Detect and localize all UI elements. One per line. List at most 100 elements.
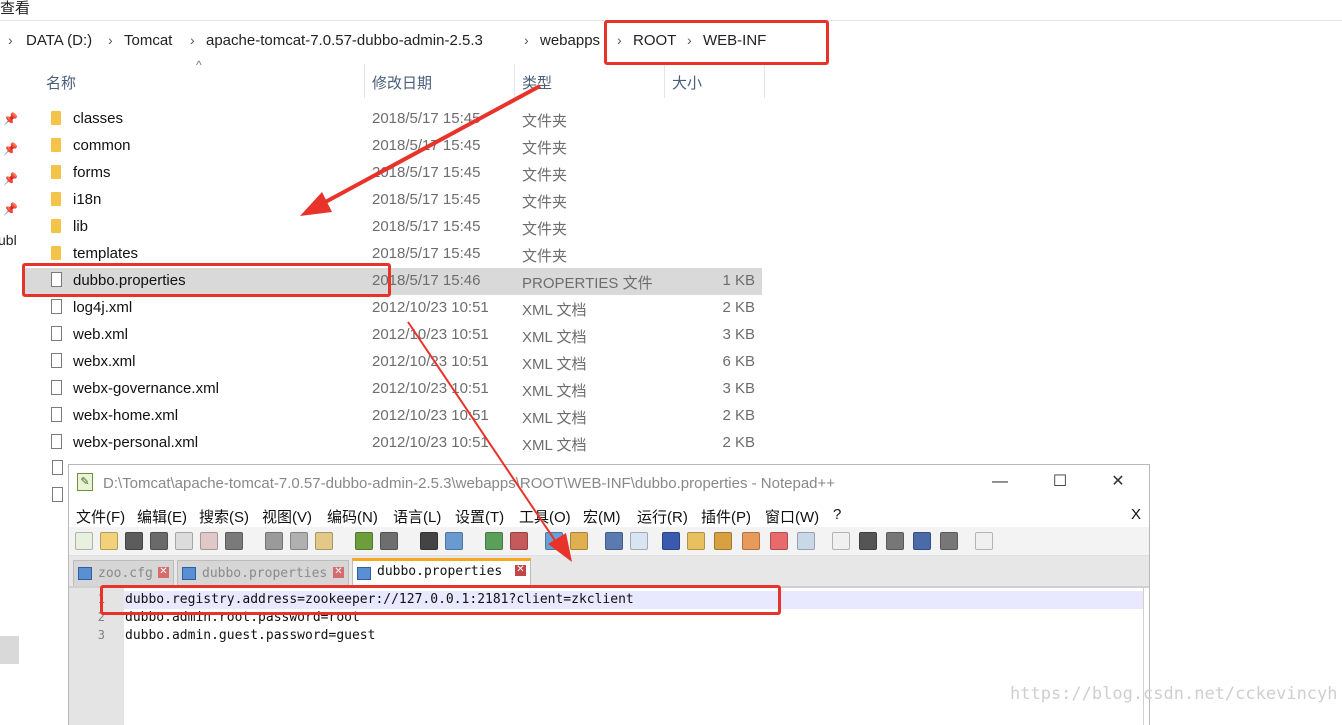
file-row[interactable]: web.xml 2012/10/23 10:51 XML 文档 3 KB [22,322,762,349]
replace-icon[interactable] [445,532,463,550]
file-row-selected[interactable]: dubbo.properties 2018/5/17 15:46 PROPERTIE… [22,268,762,295]
address-bar[interactable]: › DATA (D:) › Tomcat › apache-tomcat-7.0… [0,28,1342,56]
pin-icon[interactable]: 📌 [3,142,18,156]
column-type[interactable]: 类型 [522,72,552,93]
breadcrumb-root[interactable]: ROOT [633,32,676,49]
pin-icon[interactable]: 📌 [3,172,18,186]
indent-guide-icon[interactable] [662,532,680,550]
file-row[interactable]: common 2018/5/17 15:45 文件夹 [22,133,762,160]
column-separator[interactable] [514,64,515,98]
file-row[interactable]: webx-personal.xml 2012/10/23 10:51 XML 文档 2… [22,430,762,457]
save-macro-icon[interactable] [940,532,958,550]
tab-zoo-cfg[interactable]: zoo.cfg ✕ [73,560,174,586]
file-row[interactable]: i18n 2018/5/17 15:45 文件夹 [22,187,762,214]
close-document-button[interactable]: X [1131,506,1141,523]
menu-plugins[interactable]: 插件(P) [701,506,751,527]
menu-window[interactable]: 窗口(W) [765,506,819,527]
play-macro-icon[interactable] [886,532,904,550]
undo-icon[interactable] [355,532,373,550]
menu-view[interactable]: 视图(V) [262,506,312,527]
nav-item-selected[interactable] [0,636,19,664]
menu-edit[interactable]: 编辑(E) [137,506,187,527]
menu-tools[interactable]: 工具(O) [519,506,571,527]
close-all-icon[interactable] [200,532,218,550]
code-line[interactable]: dubbo.admin.guest.password=guest [125,628,375,643]
project-icon[interactable] [770,532,788,550]
close-file-icon[interactable] [175,532,193,550]
menu-settings[interactable]: 设置(T) [455,506,504,527]
record-macro-icon[interactable] [832,532,850,550]
paste-icon[interactable] [315,532,333,550]
breadcrumb-drive[interactable]: DATA (D:) [26,32,92,49]
save-all-icon[interactable] [150,532,168,550]
function-list-icon[interactable] [714,532,732,550]
show-symbols-icon[interactable] [630,532,648,550]
copy-icon[interactable] [290,532,308,550]
zoom-out-icon[interactable] [510,532,528,550]
breadcrumb-apache-tomcat[interactable]: apache-tomcat-7.0.57-dubbo-admin-2.5.3 [206,32,483,49]
file-row[interactable]: lib 2018/5/17 15:45 文件夹 [22,214,762,241]
close-button[interactable]: ✕ [1103,471,1133,493]
menu-run[interactable]: 运行(R) [637,506,688,527]
redo-icon[interactable] [380,532,398,550]
column-separator[interactable] [664,64,665,98]
doc-map-icon[interactable] [687,532,705,550]
folder-workspace-icon[interactable] [742,532,760,550]
title-bar[interactable]: ✎ D:\Tomcat\apache-tomcat-7.0.57-dubbo-a… [69,465,1149,501]
file-row[interactable]: classes 2018/5/17 15:45 文件夹 [22,106,762,133]
run-macro-multiple-icon[interactable] [913,532,931,550]
column-date[interactable]: 修改日期 [372,72,432,93]
tab-close-icon[interactable]: ✕ [515,565,526,576]
stop-macro-icon[interactable] [859,532,877,550]
chevron-right-icon[interactable]: › [190,32,195,48]
menu-file[interactable]: 文件(F) [76,506,125,527]
find-icon[interactable] [420,532,438,550]
save-icon[interactable] [125,532,143,550]
word-wrap-icon[interactable] [605,532,623,550]
chevron-right-icon[interactable]: › [687,32,692,48]
menu-help[interactable]: ? [833,506,841,523]
menu-macro[interactable]: 宏(M) [583,506,621,527]
tab-close-icon[interactable]: ✕ [158,567,169,578]
code-line[interactable]: dubbo.registry.address=zookeeper://127.0… [125,592,634,607]
nav-item-label[interactable]: ubl [0,232,17,248]
tab-dubbo-properties[interactable]: dubbo.properties ✕ [177,560,349,586]
open-file-icon[interactable] [100,532,118,550]
cut-icon[interactable] [265,532,283,550]
breadcrumb-tomcat[interactable]: Tomcat [124,32,172,49]
breadcrumb-web-inf[interactable]: WEB-INF [703,32,766,49]
pin-icon[interactable]: 📌 [3,112,18,126]
column-separator[interactable] [764,64,765,98]
chevron-right-icon[interactable]: › [108,32,113,48]
file-row[interactable]: webx-governance.xml 2012/10/23 10:51 XML 文… [22,376,762,403]
file-row[interactable]: webx.xml 2012/10/23 10:51 XML 文档 6 KB [22,349,762,376]
file-row[interactable]: webx-home.xml 2012/10/23 10:51 XML 文档 2 KB [22,403,762,430]
code-line[interactable]: dubbo.admin.root.password=root [125,610,360,625]
tab-dubbo-properties-active[interactable]: dubbo.properties ✕ [352,558,531,587]
menu-language[interactable]: 语言(L) [393,506,441,527]
minimize-button[interactable]: — [985,471,1015,493]
pin-icon[interactable]: 📌 [3,202,18,216]
spell-check-icon[interactable] [975,532,993,550]
column-name[interactable]: 名称 [46,72,76,93]
tab-close-icon[interactable]: ✕ [333,567,344,578]
sync-vertical-icon[interactable] [545,532,563,550]
chevron-right-icon[interactable]: › [617,32,622,48]
chevron-right-icon[interactable]: › [524,32,529,48]
menu-search[interactable]: 搜索(S) [199,506,249,527]
file-row[interactable]: templates 2018/5/17 15:45 文件夹 [22,241,762,268]
print-icon[interactable] [225,532,243,550]
column-size[interactable]: 大小 [672,72,702,93]
file-row[interactable]: log4j.xml 2012/10/23 10:51 XML 文档 2 KB [22,295,762,322]
sync-horizontal-icon[interactable] [570,532,588,550]
editor-area[interactable]: 1 2 3 dubbo.registry.address=zookeeper:/… [69,587,1149,725]
monitor-icon[interactable] [797,532,815,550]
menu-encoding[interactable]: 编码(N) [327,506,378,527]
new-file-icon[interactable] [75,532,93,550]
column-separator[interactable] [364,64,365,98]
code-view[interactable]: dubbo.registry.address=zookeeper://127.0… [124,588,1149,725]
zoom-in-icon[interactable] [485,532,503,550]
file-row[interactable]: forms 2018/5/17 15:45 文件夹 [22,160,762,187]
maximize-button[interactable]: ☐ [1045,471,1075,493]
breadcrumb-webapps[interactable]: webapps [540,32,600,49]
